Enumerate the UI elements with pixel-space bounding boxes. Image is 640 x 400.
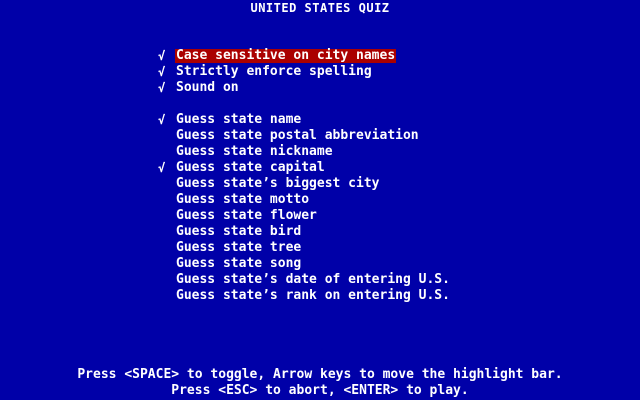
help-text-toggle: Press <SPACE> to toggle, Arrow keys to m… <box>77 367 563 382</box>
option-guess-state-nickname[interactable]: Guess state nickname <box>158 144 451 160</box>
option-label: Guess state song <box>176 256 302 271</box>
option-case-sensitive-on-city-names[interactable]: √ Case sensitive on city names <box>158 48 451 64</box>
option-guess-states-rank-on-entering-u-s[interactable]: Guess state’s rank on entering U.S. <box>158 288 451 304</box>
option-label: Guess state motto <box>176 192 310 207</box>
option-sound-on[interactable]: √ Sound on <box>158 80 451 96</box>
option-label: Strictly enforce spelling <box>176 64 372 79</box>
option-guess-state-tree[interactable]: Guess state tree <box>158 240 451 256</box>
help-text-play: Press <ESC> to abort, <ENTER> to play. <box>171 383 469 398</box>
option-label: Guess state tree <box>176 240 302 255</box>
checkmark-icon: √ <box>158 113 166 127</box>
option-guess-state-postal-abbreviation[interactable]: Guess state postal abbreviation <box>158 128 451 144</box>
option-label: Guess state name <box>176 112 302 127</box>
checkmark-icon: √ <box>158 161 166 175</box>
option-label: Case sensitive on city names <box>175 48 397 63</box>
option-guess-state-name[interactable]: √ Guess state name <box>158 112 451 128</box>
option-guess-state-bird[interactable]: Guess state bird <box>158 224 451 240</box>
option-guess-state-flower[interactable]: Guess state flower <box>158 208 451 224</box>
option-guess-state-song[interactable]: Guess state song <box>158 256 451 272</box>
option-guess-states-biggest-city[interactable]: Guess state’s biggest city <box>158 176 451 192</box>
checkmark-icon: √ <box>158 81 166 95</box>
option-label: Guess state flower <box>176 208 317 223</box>
option-guess-states-date-of-entering-u-s[interactable]: Guess state’s date of entering U.S. <box>158 272 451 288</box>
option-label: Sound on <box>176 80 239 95</box>
option-label: Guess state’s biggest city <box>176 176 380 191</box>
option-strictly-enforce-spelling[interactable]: √ Strictly enforce spelling <box>158 64 451 80</box>
option-label: Guess state nickname <box>176 144 333 159</box>
option-label: Guess state bird <box>176 224 302 239</box>
option-guess-state-motto[interactable]: Guess state motto <box>158 192 451 208</box>
option-guess-state-capital[interactable]: √ Guess state capital <box>158 160 451 176</box>
option-label: Guess state postal abbreviation <box>176 128 419 143</box>
option-label: Guess state’s date of entering U.S. <box>176 272 450 287</box>
option-label: Guess state capital <box>176 160 325 175</box>
quiz-options-screen: UNITED STATES QUIZ √ Case sensitive on ci… <box>0 0 640 400</box>
page-title: UNITED STATES QUIZ <box>250 1 390 15</box>
checkmark-icon: √ <box>158 65 166 79</box>
checkmark-icon: √ <box>158 49 166 63</box>
options-list: √ Case sensitive on city names √ Strictly e… <box>158 48 451 304</box>
option-label: Guess state’s rank on entering U.S. <box>176 288 450 303</box>
